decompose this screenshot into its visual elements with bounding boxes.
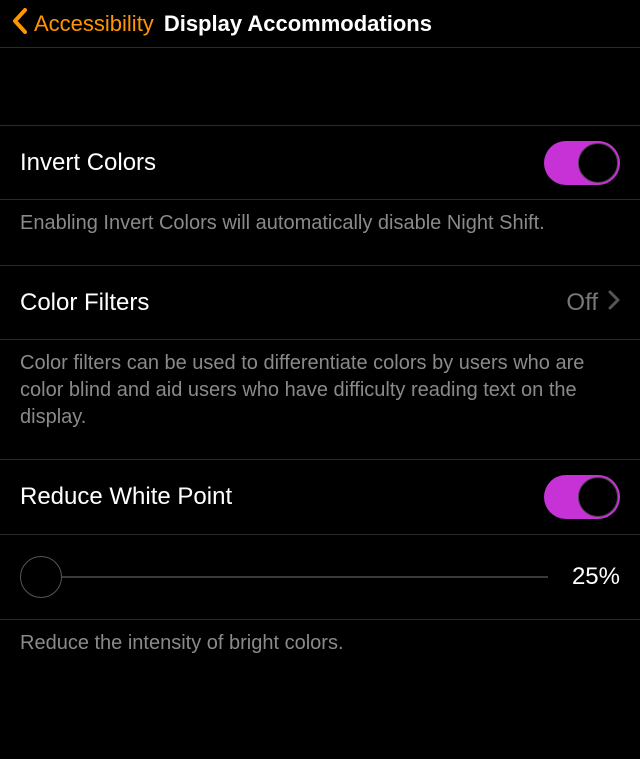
- back-button[interactable]: Accessibility: [12, 8, 154, 40]
- chevron-left-icon: [12, 8, 28, 40]
- toggle-knob: [578, 143, 618, 183]
- reduce-white-point-label: Reduce White Point: [20, 483, 232, 511]
- color-filters-label: Color Filters: [20, 289, 149, 317]
- toggle-knob: [578, 477, 618, 517]
- invert-colors-row: Invert Colors: [0, 126, 640, 200]
- invert-colors-footer: Enabling Invert Colors will automaticall…: [0, 200, 640, 266]
- color-filters-row[interactable]: Color Filters Off: [0, 266, 640, 340]
- reduce-white-point-footer: Reduce the intensity of bright colors.: [0, 620, 640, 685]
- reduce-white-point-section: Reduce White Point 25%: [0, 460, 640, 620]
- nav-header: Accessibility Display Accommodations: [0, 0, 640, 48]
- color-filters-value: Off: [566, 289, 598, 317]
- slider-track: [20, 576, 548, 578]
- section-spacer: [0, 48, 640, 126]
- back-label: Accessibility: [34, 11, 154, 37]
- reduce-white-point-toggle[interactable]: [544, 475, 620, 519]
- invert-colors-label: Invert Colors: [20, 149, 156, 177]
- page-title: Display Accommodations: [164, 11, 432, 37]
- reduce-white-point-row: Reduce White Point: [0, 460, 640, 534]
- white-point-slider-row: 25%: [0, 534, 640, 619]
- color-filters-footer: Color filters can be used to differentia…: [0, 340, 640, 460]
- slider-thumb[interactable]: [20, 556, 62, 598]
- color-filters-right: Off: [566, 289, 620, 317]
- white-point-value: 25%: [572, 563, 620, 591]
- chevron-right-icon: [608, 290, 620, 315]
- white-point-slider[interactable]: [20, 557, 548, 597]
- invert-colors-toggle[interactable]: [544, 141, 620, 185]
